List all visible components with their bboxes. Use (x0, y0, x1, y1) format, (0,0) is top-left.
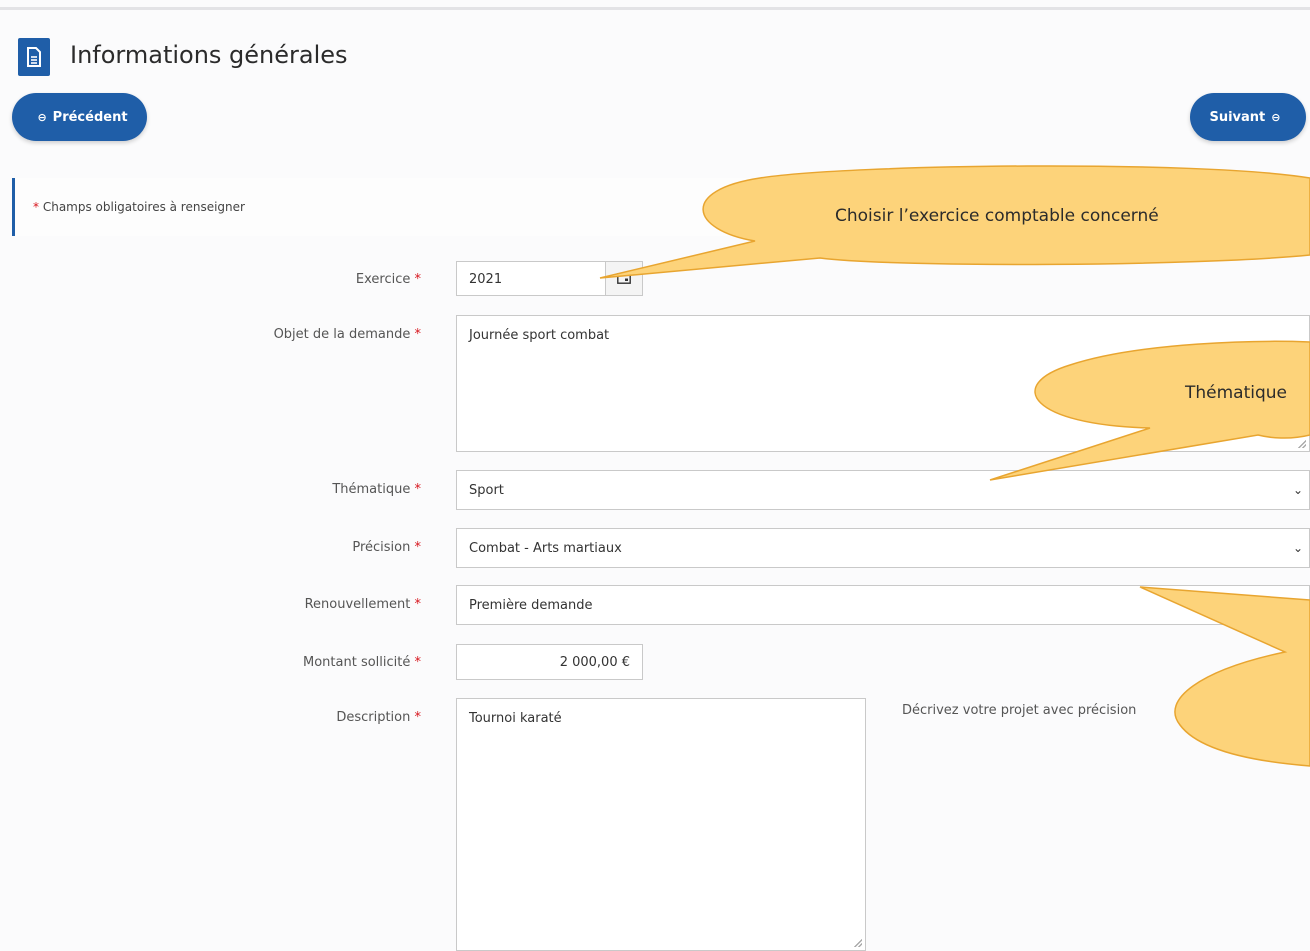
callout-layer (599, 165, 1310, 767)
callout-text-exercice: Choisir l’exercice comptable concerné (835, 206, 1159, 226)
callout-bubble-thematique (989, 340, 1310, 481)
callout-text-thematique: Thématique (1185, 383, 1288, 403)
callout-bubble-lower (1139, 586, 1310, 767)
